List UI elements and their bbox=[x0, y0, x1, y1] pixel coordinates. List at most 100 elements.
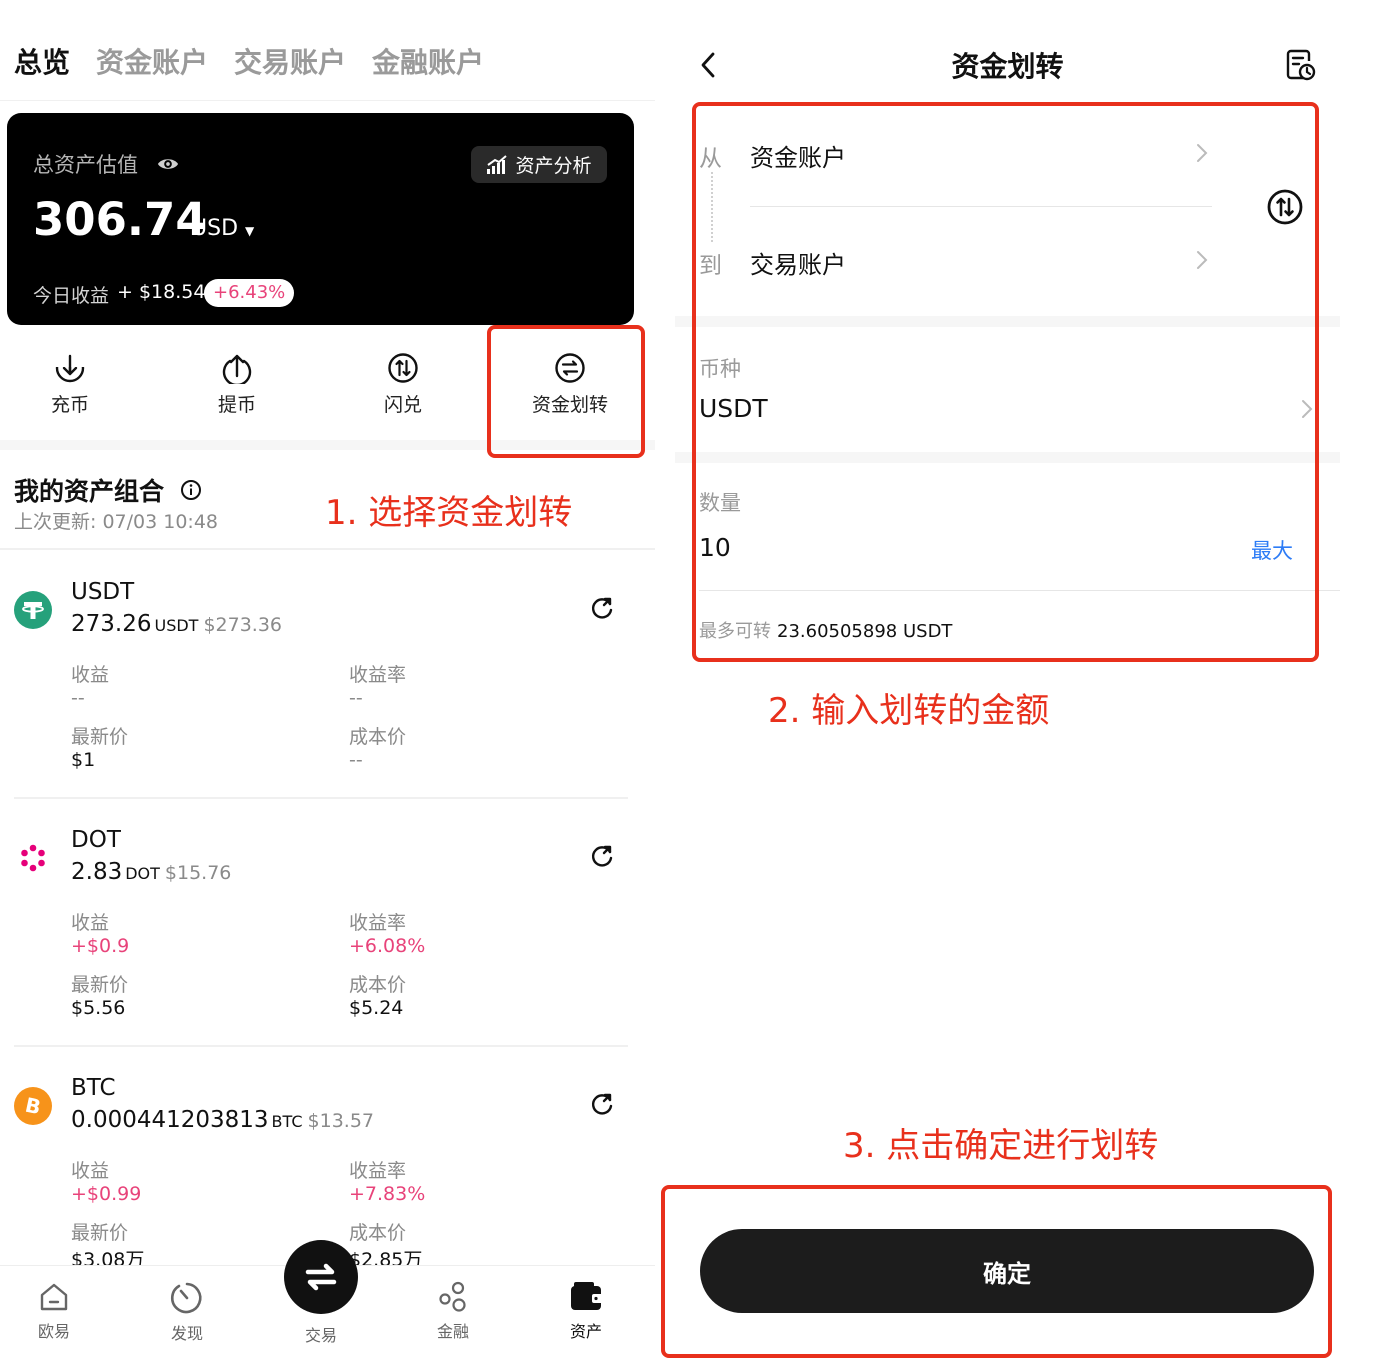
discover-icon bbox=[170, 1282, 202, 1314]
account-tabs: 总览 资金账户 交易账户 金融账户 bbox=[14, 44, 484, 82]
nav-finance-label: 金融 bbox=[436, 1322, 469, 1341]
info-icon[interactable] bbox=[180, 479, 202, 501]
last-updated: 上次更新: 07/03 10:48 bbox=[14, 511, 218, 533]
eye-icon[interactable] bbox=[157, 153, 179, 175]
portfolio-title: 我的资产组合 bbox=[14, 477, 165, 506]
nav-trade-button[interactable] bbox=[284, 1240, 358, 1314]
today-pnl-value: + $18.54 bbox=[117, 281, 206, 303]
home-icon bbox=[40, 1283, 68, 1311]
deposit-icon bbox=[55, 353, 85, 383]
price-label: 最新价 bbox=[71, 726, 129, 748]
rate-label: 收益率 bbox=[349, 1160, 407, 1182]
withdraw-button[interactable]: 提币 bbox=[182, 352, 292, 417]
nav-assets[interactable]: 资产 bbox=[546, 1280, 626, 1342]
tab-overview[interactable]: 总览 bbox=[14, 44, 70, 82]
asset-row-dot[interactable]: DOT 2.83 DOT $15.76 收益 +$0.9 收益率 +6.08% 最新… bbox=[0, 799, 655, 1047]
pnl-label: 收益 bbox=[71, 1160, 110, 1182]
asset-unit: DOT bbox=[125, 864, 160, 883]
annotation-step2: 2. 输入划转的金额 bbox=[768, 691, 1050, 731]
refresh-icon[interactable] bbox=[589, 1091, 615, 1117]
asset-unit: USDT bbox=[154, 616, 199, 635]
tab-funding-account[interactable]: 资金账户 bbox=[96, 44, 208, 82]
asset-symbol: DOT bbox=[71, 827, 121, 853]
refresh-icon[interactable] bbox=[589, 595, 615, 621]
asset-amount-value: 0.000441203813 bbox=[71, 1107, 269, 1133]
rate-label: 收益率 bbox=[349, 912, 407, 934]
pnl-value: +$0.9 bbox=[71, 935, 130, 957]
asset-symbol: USDT bbox=[71, 579, 135, 605]
annotation-step3: 3. 点击确定进行划转 bbox=[843, 1126, 1159, 1166]
wallet-icon bbox=[571, 1282, 603, 1310]
finance-icon bbox=[439, 1281, 466, 1312]
asset-amount-value: 2.83 bbox=[71, 859, 123, 885]
asset-amount-value: 273.26 bbox=[71, 611, 152, 637]
withdraw-icon bbox=[222, 354, 252, 384]
btc-logo-icon: B bbox=[14, 1087, 52, 1125]
asset-unit: BTC bbox=[271, 1112, 303, 1131]
asset-usd-value: $13.57 bbox=[307, 1110, 375, 1132]
rate-value: +6.08% bbox=[349, 935, 426, 957]
price-label: 最新价 bbox=[71, 974, 129, 996]
withdraw-label: 提币 bbox=[217, 394, 256, 416]
rate-label: 收益率 bbox=[349, 664, 407, 686]
asset-amount: 0.000441203813 BTC $13.57 bbox=[71, 1107, 374, 1133]
cost-value: $5.24 bbox=[349, 997, 404, 1019]
deposit-label: 充币 bbox=[50, 394, 89, 416]
asset-analysis-label: 资产分析 bbox=[515, 155, 592, 177]
deposit-button[interactable]: 充币 bbox=[15, 352, 125, 417]
pnl-value: -- bbox=[71, 687, 85, 709]
pnl-label: 收益 bbox=[71, 664, 110, 686]
chart-trend-icon bbox=[487, 154, 508, 174]
nav-home[interactable]: 欧易 bbox=[14, 1280, 94, 1342]
tabs-divider bbox=[0, 100, 655, 101]
price-value: $1 bbox=[71, 749, 96, 771]
convert-button[interactable]: 闪兑 bbox=[348, 352, 458, 417]
nav-discover-label: 发现 bbox=[170, 1324, 203, 1343]
total-assets-label: 总资产估值 bbox=[33, 153, 138, 177]
asset-usd-value: $15.76 bbox=[164, 862, 232, 884]
price-label: 最新价 bbox=[71, 1222, 129, 1244]
cost-label: 成本价 bbox=[349, 974, 407, 996]
total-assets-value: 306.74 bbox=[33, 193, 207, 246]
annotation-box-form bbox=[692, 102, 1319, 662]
nav-finance[interactable]: 金融 bbox=[413, 1280, 493, 1342]
pnl-label: 收益 bbox=[71, 912, 110, 934]
cost-label: 成本价 bbox=[349, 726, 407, 748]
price-value: $5.56 bbox=[71, 997, 126, 1019]
portfolio-divider bbox=[0, 548, 655, 550]
refresh-icon[interactable] bbox=[589, 843, 615, 869]
asset-row-usdt[interactable]: USDT 273.26 USDT $273.36 收益 -- 收益率 -- 最新价 … bbox=[0, 551, 655, 799]
dot-logo-icon bbox=[21, 844, 45, 872]
asset-amount: 273.26 USDT $273.36 bbox=[71, 611, 282, 637]
asset-symbol: BTC bbox=[71, 1075, 116, 1101]
asset-amount: 2.83 DOT $15.76 bbox=[71, 859, 231, 885]
nav-discover[interactable]: 发现 bbox=[147, 1280, 227, 1344]
page-title: 资金划转 bbox=[951, 50, 1064, 83]
nav-assets-label: 资产 bbox=[569, 1322, 602, 1341]
balance-card: 总资产估值 资产分析 306.74 USD ▼ 今日收益 + $18.54 +6… bbox=[7, 113, 634, 325]
assets-overview-screen: 总览 资金账户 交易账户 金融账户 总资产估值 资产分析 306.74 USD … bbox=[0, 0, 655, 1360]
today-pnl-percent-badge: +6.43% bbox=[204, 279, 295, 307]
trade-swap-icon bbox=[305, 1263, 337, 1291]
annotation-step1: 1. 选择资金划转 bbox=[325, 493, 573, 533]
pnl-value: +$0.99 bbox=[71, 1183, 142, 1205]
tab-trading-account[interactable]: 交易账户 bbox=[234, 44, 346, 82]
asset-usd-value: $273.36 bbox=[203, 614, 283, 636]
rate-value: +7.83% bbox=[349, 1183, 426, 1205]
history-record-icon[interactable] bbox=[1285, 48, 1317, 82]
cost-value: -- bbox=[349, 749, 363, 771]
currency-unit: USD bbox=[191, 216, 239, 241]
caret-down-icon: ▼ bbox=[245, 224, 255, 238]
annotation-box-transfer bbox=[487, 325, 645, 458]
nav-home-label: 欧易 bbox=[37, 1322, 70, 1341]
rate-value: -- bbox=[349, 687, 363, 709]
convert-label: 闪兑 bbox=[383, 394, 422, 416]
tab-finance-account[interactable]: 金融账户 bbox=[372, 44, 484, 82]
cost-label: 成本价 bbox=[349, 1222, 407, 1244]
usdt-logo-icon bbox=[14, 591, 52, 629]
today-pnl-label: 今日收益 bbox=[33, 285, 110, 307]
annotation-box-confirm bbox=[661, 1185, 1332, 1358]
asset-analysis-button[interactable]: 资产分析 bbox=[471, 146, 607, 183]
nav-trade-label: 交易 bbox=[304, 1326, 337, 1345]
currency-selector[interactable]: USD ▼ bbox=[191, 216, 254, 241]
